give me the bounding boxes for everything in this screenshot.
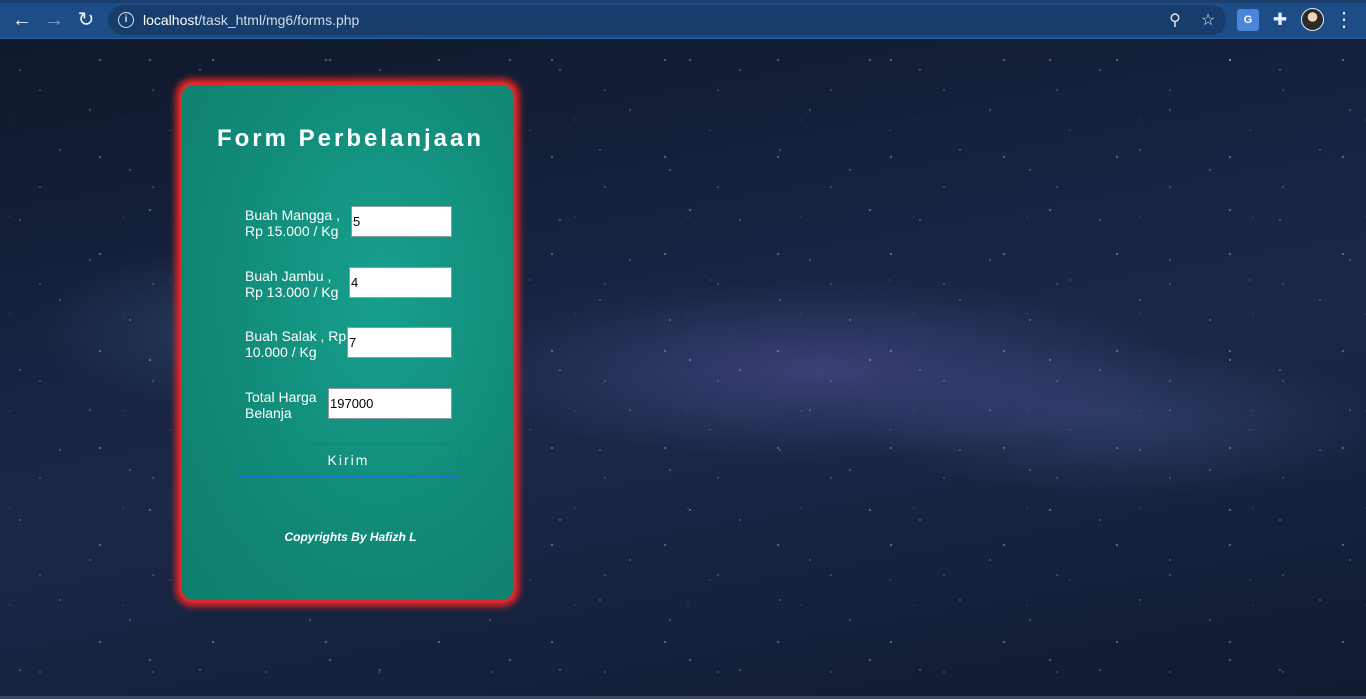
url-path: /task_html/mg6/forms.php (198, 12, 360, 28)
mango-quantity-input[interactable] (351, 206, 452, 237)
bookmark-star-icon[interactable]: ☆ (1199, 12, 1217, 30)
address-bar[interactable]: i localhost/task_html/mg6/forms.php ⚲ ☆ (108, 5, 1226, 35)
url-host: localhost (143, 12, 199, 28)
shopping-form-card: Form Perbelanjaan Buah Mangga , Rp 15.00… (179, 82, 516, 603)
zoom-icon[interactable]: ⚲ (1166, 12, 1184, 30)
guava-label: Buah Jambu , Rp 13.000 / Kg (245, 268, 339, 300)
form-title: Form Perbelanjaan (216, 125, 485, 152)
mango-label: Buah Mangga , Rp 15.000 / Kg (245, 207, 340, 239)
total-price-input[interactable] (328, 388, 452, 419)
reload-icon[interactable]: ↻ (74, 8, 98, 32)
back-icon[interactable]: ← (10, 8, 34, 32)
url-text[interactable]: localhost/task_html/mg6/forms.php (143, 12, 359, 28)
extensions-puzzle-icon[interactable]: ✚ (1269, 9, 1291, 31)
forward-icon[interactable]: → (42, 8, 66, 32)
guava-quantity-input[interactable] (349, 267, 452, 298)
translate-extension-icon[interactable]: G (1237, 9, 1259, 31)
salak-label: Buah Salak , Rp 10.000 / Kg (245, 328, 347, 360)
tab-strip-edge (0, 0, 1366, 3)
page-background: Form Perbelanjaan Buah Mangga , Rp 15.00… (0, 40, 1366, 699)
browser-menu-icon[interactable]: ⋮ (1334, 8, 1354, 32)
submit-button[interactable]: Kirim (237, 443, 460, 477)
copyright-text: Copyrights By Hafizh L (284, 530, 417, 544)
site-info-icon[interactable]: i (118, 12, 134, 28)
browser-toolbar: ← → ↻ i localhost/task_html/mg6/forms.ph… (0, 0, 1366, 39)
salak-quantity-input[interactable] (347, 327, 452, 358)
total-price-label: Total Harga Belanja (245, 389, 317, 421)
profile-avatar[interactable] (1301, 8, 1324, 31)
